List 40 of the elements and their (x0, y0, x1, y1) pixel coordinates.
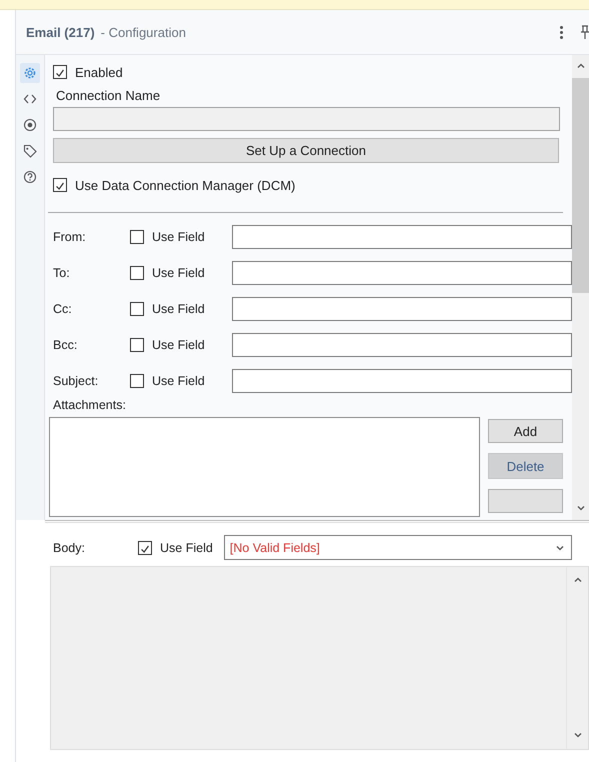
input-field[interactable] (232, 261, 572, 285)
field-label: Connection Name (56, 88, 162, 103)
checkbox[interactable] (130, 230, 144, 244)
field-label: To: (53, 266, 71, 280)
checkbox[interactable] (130, 266, 144, 280)
checkbox[interactable] (130, 374, 144, 388)
attachments-list[interactable] (49, 417, 480, 517)
checkbox-label: Use Field (152, 302, 206, 316)
field-label: Attachments: (53, 398, 127, 412)
input-field[interactable] (232, 369, 572, 393)
field-label: Bcc: (53, 338, 78, 352)
checkbox[interactable] (53, 178, 67, 192)
checkbox-label: Use Field (160, 540, 213, 554)
field-label: Body: (53, 540, 86, 554)
checkbox[interactable] (138, 540, 152, 554)
field-label: Subject: (53, 374, 100, 388)
checkbox-label: Enabled (75, 64, 123, 80)
checkbox[interactable] (130, 338, 144, 352)
attachment-button[interactable]: Add (488, 419, 563, 443)
connection-name-field[interactable] (53, 107, 560, 131)
panel-subtitle: - Configuration (100, 24, 186, 40)
panel-title: Email (217) (26, 24, 95, 40)
input-field[interactable] (232, 297, 572, 321)
setup-connection-button[interactable]: Set Up a Connection (53, 138, 559, 163)
scrollbar[interactable] (572, 55, 589, 520)
checkbox-label: Use Field (152, 266, 206, 280)
field-label: From: (53, 230, 87, 244)
more-icon[interactable] (560, 26, 563, 38)
field-dropdown[interactable]: [No Valid Fields] (224, 535, 572, 560)
pin-icon[interactable] (581, 25, 589, 39)
checkbox-label: Use Field (152, 338, 206, 352)
field-label: Cc: (53, 302, 73, 316)
checkbox-label: Use Data Connection Manager (DCM) (75, 178, 296, 192)
input-field[interactable] (232, 225, 572, 249)
checkbox[interactable] (130, 302, 144, 316)
checkbox-label: Use Field (152, 374, 206, 388)
settings-icon[interactable] (20, 63, 40, 83)
input-field[interactable] (232, 333, 572, 357)
checkbox-label: Use Field (152, 230, 206, 244)
checkbox[interactable] (53, 65, 67, 79)
